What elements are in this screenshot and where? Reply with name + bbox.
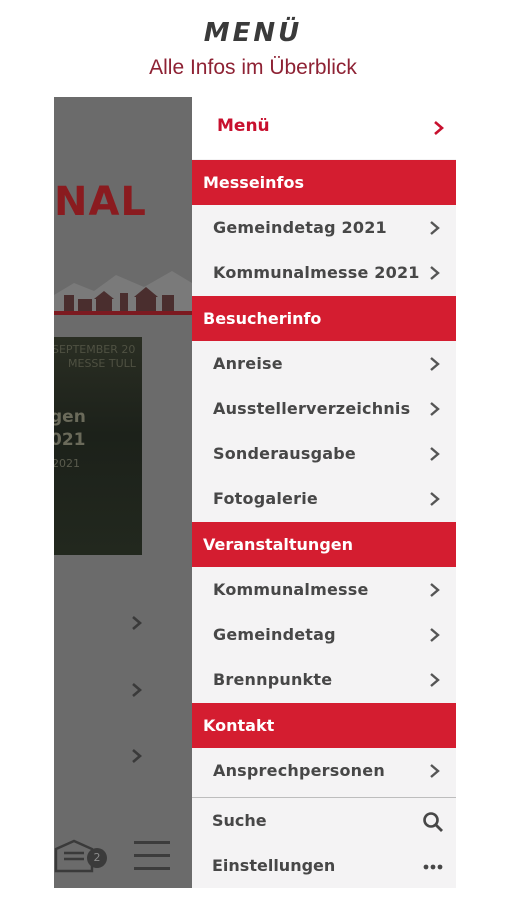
menu-item-label: Fotogalerie <box>213 489 318 508</box>
menu-item-gemeindetag-2021[interactable]: Gemeindetag 2021 <box>192 205 456 250</box>
section-header-kontakt: Kontakt <box>192 703 456 748</box>
chevron-right-icon <box>132 616 142 630</box>
poster-line: SEPTEMBER 20 <box>54 343 136 356</box>
chevron-right-icon <box>430 447 440 461</box>
menu-item-brennpunkte[interactable]: Brennpunkte <box>192 657 456 702</box>
side-drawer: Menü Messeinfos Gemeindetag 2021 Kommuna… <box>192 97 456 888</box>
poster-line: MESSE TULL <box>68 357 136 370</box>
chevron-right-icon <box>430 492 440 506</box>
menu-item-gemeindetag[interactable]: Gemeindetag <box>192 612 456 657</box>
chevron-right-icon[interactable] <box>432 121 446 135</box>
section-title: Messeinfos <box>203 173 305 192</box>
page-title: MENÜ <box>203 18 303 48</box>
drawer-title: Menü <box>217 116 270 136</box>
menu-item-label: Kommunalmesse <box>213 580 369 599</box>
menu-item-label: Brennpunkte <box>213 670 333 689</box>
menu-item-label: Ansprechpersonen <box>213 761 385 780</box>
settings-label: Einstellungen <box>212 856 336 875</box>
poster-line: 2021 <box>54 457 80 470</box>
chevron-right-icon <box>430 673 440 687</box>
village-illustration <box>54 271 192 315</box>
menu-item-label: Anreise <box>213 354 283 373</box>
chevron-right-icon <box>430 402 440 416</box>
chevron-right-icon <box>430 357 440 371</box>
phone-screen: NAL SEPTEMBER 20 MESSE TULL gen 021 2021… <box>54 97 456 888</box>
search-button[interactable]: Suche <box>192 798 456 843</box>
section-title: Veranstaltungen <box>203 535 354 554</box>
menu-item-kommunalmesse-2021[interactable]: Kommunalmesse 2021 <box>192 250 456 295</box>
menu-item-anreise[interactable]: Anreise <box>192 341 456 386</box>
page-subtitle: Alle Infos im Überblick <box>149 56 357 79</box>
menu-item-fotogalerie[interactable]: Fotogalerie <box>192 476 456 521</box>
chevron-right-icon <box>430 764 440 778</box>
menu-item-label: Kommunalmesse 2021 <box>213 263 420 282</box>
menu-item-label: Ausstellerverzeichnis <box>213 399 411 418</box>
hamburger-menu-icon[interactable] <box>134 841 170 880</box>
section-title: Besucherinfo <box>203 309 322 328</box>
chevron-right-icon <box>430 583 440 597</box>
poster-line: gen <box>54 407 86 427</box>
poster-line: 021 <box>54 430 86 450</box>
section-header-besucherinfo: Besucherinfo <box>192 296 456 341</box>
chevron-right-icon <box>430 221 440 235</box>
menu-item-label: Gemeindetag <box>213 625 336 644</box>
search-label: Suche <box>212 811 267 830</box>
settings-button[interactable]: Einstellungen <box>192 843 456 888</box>
section-title: Kontakt <box>203 716 275 735</box>
menu-item-kommunalmesse[interactable]: Kommunalmesse <box>192 567 456 612</box>
chevron-right-icon <box>132 749 142 763</box>
section-header-messeinfos: Messeinfos <box>192 160 456 205</box>
menu-item-label: Sonderausgabe <box>213 444 356 463</box>
menu-item-label: Gemeindetag 2021 <box>213 218 387 237</box>
chevron-right-icon <box>430 266 440 280</box>
menu-item-ansprechpersonen[interactable]: Ansprechpersonen <box>192 748 456 793</box>
mail-badge: 2 <box>87 848 107 868</box>
background-app-overlay[interactable]: NAL SEPTEMBER 20 MESSE TULL gen 021 2021… <box>54 97 192 888</box>
chevron-right-icon <box>430 628 440 642</box>
section-header-veranstaltungen: Veranstaltungen <box>192 522 456 567</box>
search-icon[interactable] <box>422 811 444 833</box>
background-logo-fragment: NAL <box>54 179 147 225</box>
menu-item-ausstellerverzeichnis[interactable]: Ausstellerverzeichnis <box>192 386 456 431</box>
chevron-right-icon <box>132 683 142 697</box>
menu-item-sonderausgabe[interactable]: Sonderausgabe <box>192 431 456 476</box>
drawer-header[interactable]: Menü <box>192 97 456 159</box>
more-dots-icon[interactable] <box>422 856 444 878</box>
event-poster[interactable]: SEPTEMBER 20 MESSE TULL gen 021 2021 <box>54 337 142 555</box>
